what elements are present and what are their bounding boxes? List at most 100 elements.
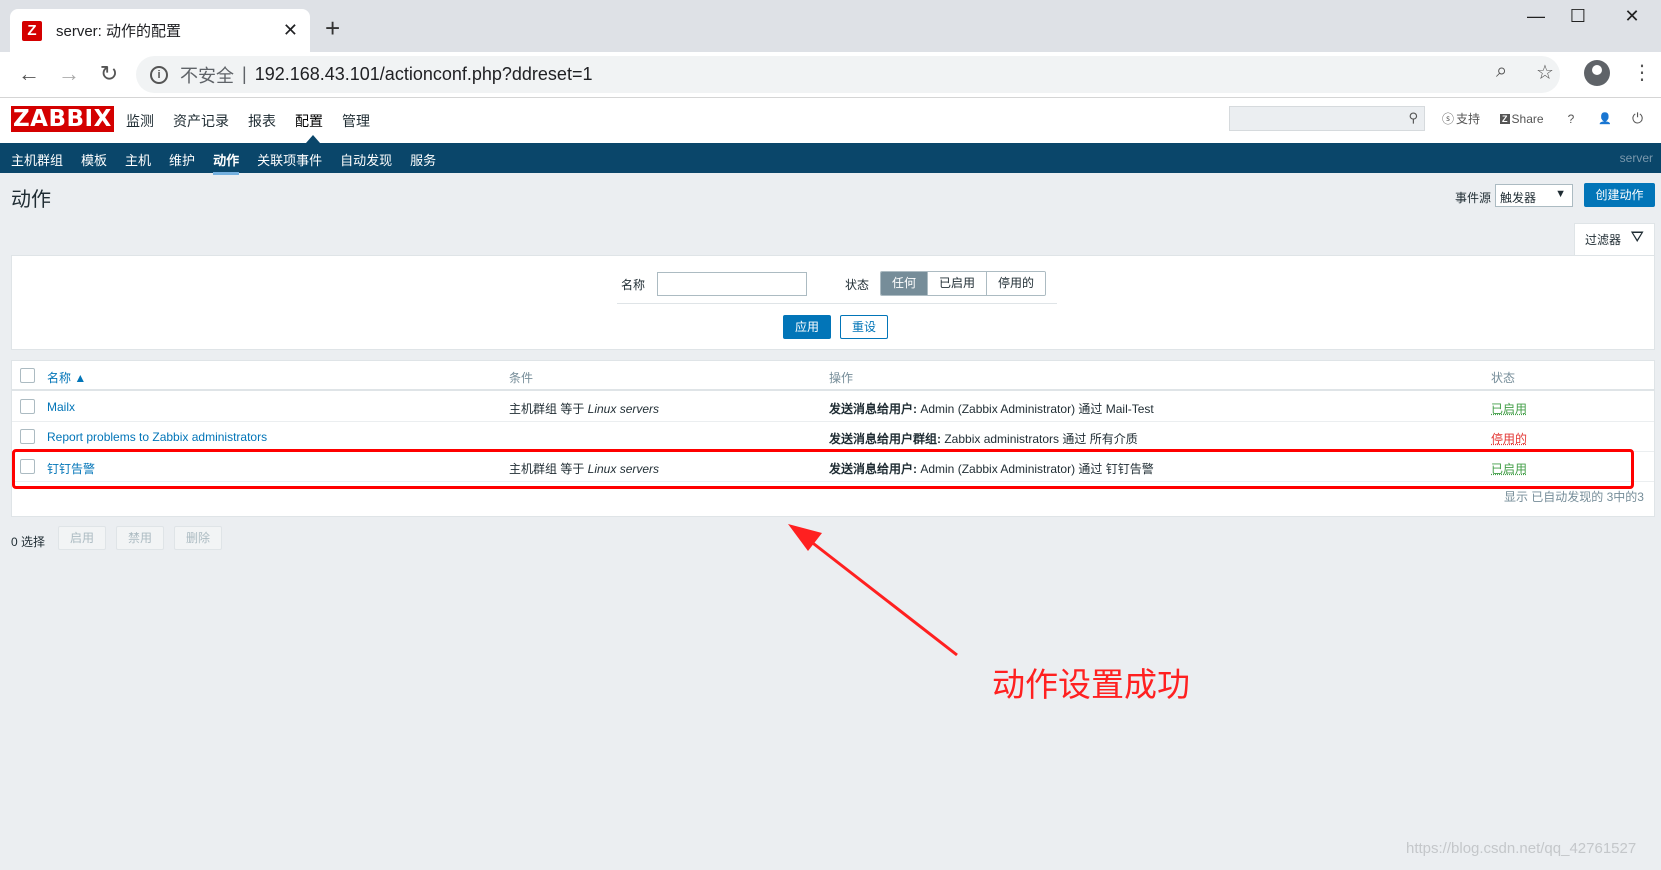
table-footer-count: 显示 已自动发现的 3中的3 <box>1503 490 1644 504</box>
col-name-header[interactable]: 名称 ▲ <box>47 369 86 386</box>
address-bar[interactable]: i 不安全 | 192.168.43.101/actionconf.php?dd… <box>136 56 1560 93</box>
browser-tabstrip: Z server: 动作的配置 ✕ + — ☐ ✕ <box>0 0 1661 52</box>
row-checkbox[interactable] <box>20 399 35 414</box>
submenu-event-correlation[interactable]: 关联项事件 <box>257 150 322 175</box>
sub-menu: 主机群组 模板 主机 维护 动作 关联项事件 自动发现 服务 server <box>0 143 1661 175</box>
col-status-header: 状态 <box>1491 371 1516 385</box>
chevron-down-icon: ▼ <box>1555 188 1566 200</box>
insecure-label: 不安全 <box>180 65 234 86</box>
bookmark-star-icon[interactable]: ☆ <box>1536 60 1554 85</box>
operation-type: 发送消息给用户群组: <box>829 432 945 446</box>
status-badge[interactable]: 已启用 <box>1491 400 1527 417</box>
select-all-checkbox[interactable] <box>20 368 35 383</box>
filter-status-label: 状态 <box>845 278 870 292</box>
filter-divider <box>617 303 1057 304</box>
tab-title: server: 动作的配置 <box>56 23 182 40</box>
submenu-host-groups[interactable]: 主机群组 <box>11 150 63 175</box>
status-badge[interactable]: 停用的 <box>1491 430 1527 447</box>
menu-inventory[interactable]: 资产记录 <box>173 111 229 131</box>
back-icon[interactable]: ← <box>14 61 44 87</box>
share-link[interactable]: Share <box>1512 112 1544 126</box>
annotation-highlight-box <box>12 449 1634 489</box>
filter-tab-label: 过滤器 <box>1585 233 1622 247</box>
actions-table: 名称 ▲ 条件 操作 状态 Mailx 主机群组 等于 Linux server… <box>11 360 1655 517</box>
header-links: ⓢ 支持 Z Share ? 👤 ⏻ <box>1442 110 1643 127</box>
minimize-icon[interactable]: — <box>1516 6 1556 27</box>
action-condition: 主机群组 等于 Linux servers <box>509 400 659 417</box>
url-text[interactable]: 192.168.43.101/actionconf.php?ddreset=1 <box>255 64 593 85</box>
condition-value: Linux servers <box>587 402 660 416</box>
submenu-hosts[interactable]: 主机 <box>125 150 151 175</box>
action-operation: 发送消息给用户: Admin (Zabbix Administrator) 通过… <box>829 400 1154 417</box>
mass-enable-button[interactable]: 启用 <box>58 526 106 550</box>
profile-avatar-icon[interactable] <box>1584 60 1610 86</box>
help-icon[interactable]: ? <box>1568 112 1575 126</box>
server-name: server <box>1619 151 1653 165</box>
action-operation: 发送消息给用户群组: Zabbix administrators 通过 所有介质 <box>829 430 1138 447</box>
support-icon: ⓢ <box>1442 112 1455 126</box>
submenu-actions[interactable]: 动作 <box>213 150 240 175</box>
filter-funnel-icon: ⛛ <box>1630 229 1644 246</box>
col-operations-header: 操作 <box>829 371 854 385</box>
action-name-link[interactable]: Mailx <box>47 400 75 414</box>
browser-tab[interactable]: Z server: 动作的配置 ✕ <box>10 9 310 52</box>
operation-detail: Admin (Zabbix Administrator) 通过 Mail-Tes… <box>920 402 1154 416</box>
main-menu: 监测 资产记录 报表 配置 管理 <box>126 111 389 131</box>
table-header: 名称 ▲ 条件 操作 状态 <box>12 361 1654 391</box>
active-menu-indicator <box>306 135 320 143</box>
reload-icon[interactable]: ↻ <box>94 61 124 87</box>
submenu-maintenance[interactable]: 维护 <box>169 150 195 175</box>
zabbix-favicon-icon: Z <box>22 20 42 41</box>
info-icon[interactable]: i <box>150 65 168 84</box>
maximize-icon[interactable]: ☐ <box>1558 6 1598 27</box>
global-search-input[interactable]: ⚲ <box>1229 106 1425 131</box>
operation-detail: Zabbix administrators 通过 所有介质 <box>944 432 1138 446</box>
support-link[interactable]: 支持 <box>1456 110 1480 127</box>
filter-tab[interactable]: 过滤器 ⛛ <box>1574 223 1655 256</box>
watermark: https://blog.csdn.net/qq_42761527 <box>1406 840 1637 857</box>
search-icon[interactable]: ⚲ <box>1408 110 1418 126</box>
submenu-services[interactable]: 服务 <box>410 150 436 175</box>
share-icon: Z <box>1500 113 1510 124</box>
zabbix-logo[interactable]: ZABBIX <box>11 106 114 132</box>
logout-icon[interactable]: ⏻ <box>1632 110 1643 127</box>
condition-prefix: 主机群组 等于 <box>509 402 588 416</box>
menu-monitoring[interactable]: 监测 <box>126 111 154 131</box>
browser-toolbar: ← → ↻ i 不安全 | 192.168.43.101/actionconf.… <box>0 52 1661 98</box>
submenu-templates[interactable]: 模板 <box>81 150 107 175</box>
apply-button[interactable]: 应用 <box>783 315 831 339</box>
operation-type: 发送消息给用户: <box>829 402 921 416</box>
mass-disable-button[interactable]: 禁用 <box>116 526 164 550</box>
close-window-icon[interactable]: ✕ <box>1612 6 1652 27</box>
filter-name-label: 名称 <box>621 278 646 292</box>
user-profile-icon[interactable]: 👤 <box>1598 112 1612 125</box>
forward-icon[interactable]: → <box>54 61 84 87</box>
reset-button[interactable]: 重设 <box>840 315 888 339</box>
action-name-link[interactable]: Report problems to Zabbix administrators <box>47 430 267 444</box>
status-disabled-option[interactable]: 停用的 <box>987 272 1046 295</box>
new-tab-button[interactable]: + <box>325 15 340 41</box>
row-checkbox[interactable] <box>20 429 35 444</box>
page-title: 动作 <box>11 189 51 211</box>
mass-delete-button[interactable]: 删除 <box>174 526 222 550</box>
menu-administration[interactable]: 管理 <box>342 111 370 131</box>
table-row: Mailx 主机群组 等于 Linux servers 发送消息给用户: Adm… <box>12 392 1654 422</box>
menu-reports[interactable]: 报表 <box>248 111 276 131</box>
filter-name-input[interactable] <box>657 272 807 296</box>
table-row: Report problems to Zabbix administrators… <box>12 422 1654 452</box>
menu-configuration[interactable]: 配置 <box>295 111 323 131</box>
filter-panel: 名称 状态 任何 已启用 停用的 应用 重设 <box>11 255 1655 350</box>
zoom-icon[interactable]: ⌕ <box>1496 60 1507 83</box>
tab-close-icon[interactable]: ✕ <box>283 20 298 41</box>
submenu-discovery[interactable]: 自动发现 <box>340 150 392 175</box>
create-action-button[interactable]: 创建动作 <box>1584 183 1655 207</box>
status-any-option[interactable]: 任何 <box>881 272 929 295</box>
filter-status-segmented: 任何 已启用 停用的 <box>880 271 1047 296</box>
browser-menu-icon[interactable]: ⋮ <box>1632 60 1652 85</box>
col-conditions-header: 条件 <box>509 371 534 385</box>
zabbix-header: ZABBIX 监测 资产记录 报表 配置 管理 ⚲ ⓢ 支持 Z Share ?… <box>0 98 1661 143</box>
annotation-text: 动作设置成功 <box>992 665 1190 704</box>
selected-count: 0 选择 <box>11 535 46 549</box>
status-enabled-option[interactable]: 已启用 <box>928 272 988 295</box>
event-source-select[interactable]: 触发器 ▼ <box>1495 184 1573 207</box>
